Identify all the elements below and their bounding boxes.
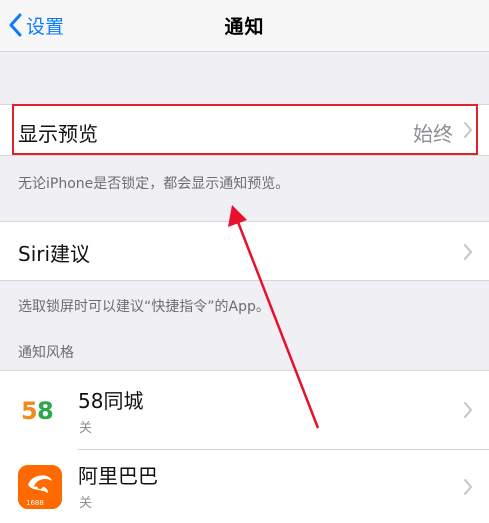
navigation-bar: 设置 通知 xyxy=(0,0,489,52)
show-previews-label: 显示预览 xyxy=(18,122,98,146)
chevron-right-icon xyxy=(463,401,473,423)
svg-text:5: 5 xyxy=(21,397,38,425)
svg-text:8: 8 xyxy=(37,397,54,425)
page-title: 通知 xyxy=(224,16,265,38)
siri-suggestions-footer: 选取锁屏时可以建议“快捷指令”的App。 xyxy=(18,299,270,315)
notifications-settings-screen: 设置 通知 显示预览 始终 无论iPhone是否锁定，都会显示通知预览。 Sir… xyxy=(0,0,489,523)
siri-suggestions-label: Siri建议 xyxy=(18,242,91,266)
show-previews-value: 始终 xyxy=(413,122,453,146)
chevron-right-icon xyxy=(463,478,473,500)
show-previews-footer: 无论iPhone是否锁定，都会显示通知预览。 xyxy=(18,176,290,192)
show-previews-row[interactable]: 显示预览 始终 xyxy=(0,104,489,156)
alibaba-app-icon: 1688 xyxy=(18,465,62,509)
siri-suggestions-row[interactable]: Siri建议 xyxy=(0,221,489,281)
app-name: 58同城 xyxy=(78,389,144,413)
notification-style-header: 通知风格 xyxy=(18,345,74,361)
chevron-right-icon xyxy=(463,121,473,143)
app-name: 阿里巴巴 xyxy=(78,464,158,488)
app-status: 关 xyxy=(79,421,93,436)
chevron-right-icon xyxy=(463,243,473,265)
svg-text:1688: 1688 xyxy=(26,499,44,507)
list-item-alibaba[interactable]: 1688 阿里巴巴 关 xyxy=(0,450,489,523)
app-list: 5 8 58同城 关 1688 阿里巴巴 关 xyxy=(0,370,489,523)
app-status: 关 xyxy=(79,496,93,511)
58-app-icon: 5 8 xyxy=(18,387,62,431)
list-item-58[interactable]: 5 8 58同城 关 xyxy=(0,371,489,449)
